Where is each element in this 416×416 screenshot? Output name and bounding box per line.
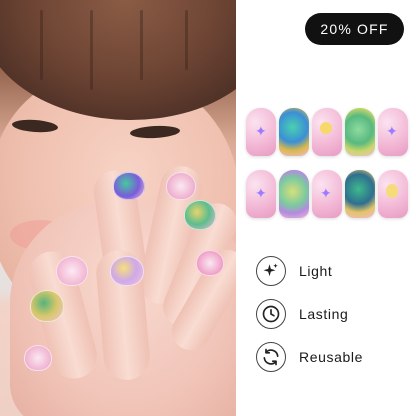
- nail-tip: [279, 108, 309, 156]
- painted-nail: [110, 256, 144, 286]
- feature-label: Light: [299, 263, 333, 279]
- painted-nail: [113, 172, 145, 200]
- painted-nail: [30, 290, 64, 322]
- nail-tip: [312, 108, 342, 156]
- painted-nail: [184, 200, 216, 230]
- sparkle: [320, 122, 332, 134]
- nail-tip: ✦: [246, 170, 276, 218]
- hair-strand: [90, 10, 93, 90]
- nail-tip: [378, 170, 408, 218]
- hair-strand: [40, 10, 43, 80]
- hair-strand: [140, 10, 143, 80]
- painted-nail: [166, 172, 196, 200]
- reusable-icon: [256, 342, 286, 372]
- feature-lasting: Lasting: [256, 299, 348, 329]
- nail-tip: ✦: [378, 108, 408, 156]
- feature-label: Reusable: [299, 349, 363, 365]
- painted-nail: [24, 345, 52, 371]
- nail-tip: [345, 170, 375, 218]
- star-icon: ✦: [386, 123, 398, 139]
- sparkle-icon: [256, 256, 286, 286]
- discount-badge-text: 20% OFF: [320, 21, 389, 37]
- discount-badge: 20% OFF: [305, 13, 404, 45]
- painted-nail: [56, 256, 88, 286]
- nail-tip: [345, 108, 375, 156]
- product-photo: [0, 0, 236, 416]
- star-icon: ✦: [320, 185, 332, 201]
- nail-tip: [279, 170, 309, 218]
- nail-tip: ✦: [246, 108, 276, 156]
- feature-reusable: Reusable: [256, 342, 363, 372]
- nail-set-grid: ✦ ✦ ✦ ✦: [246, 108, 410, 220]
- nail-tip: ✦: [312, 170, 342, 218]
- feature-label: Lasting: [299, 306, 349, 322]
- feature-light: Light: [256, 256, 332, 286]
- star-icon: ✦: [255, 123, 267, 139]
- star-icon: ✦: [255, 185, 267, 201]
- sparkle: [386, 184, 398, 198]
- painted-nail: [196, 250, 224, 276]
- clock-icon: [256, 299, 286, 329]
- hair-strand: [185, 10, 188, 70]
